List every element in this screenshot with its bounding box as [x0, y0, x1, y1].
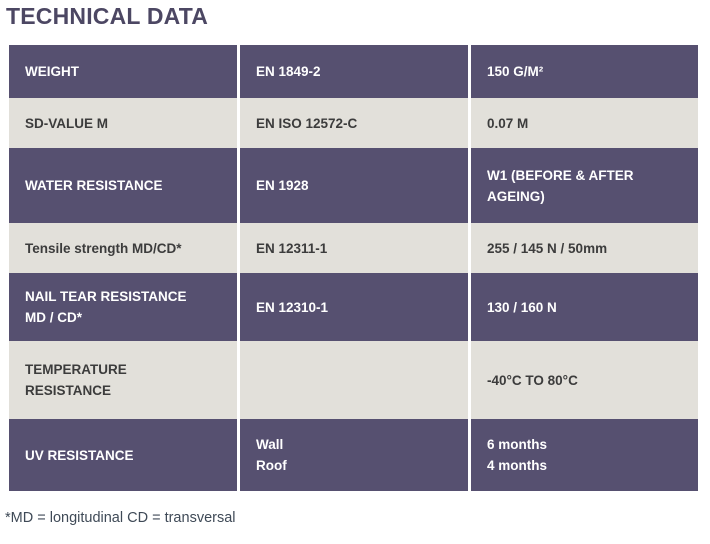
row-property: Tensile strength MD/CD* [9, 223, 237, 273]
row-property: WEIGHT [9, 45, 237, 98]
technical-data-table: WEIGHT EN 1849-2 150 G/M² SD-VALUE M EN … [6, 45, 701, 491]
table-row: SD-VALUE M EN ISO 12572-C 0.07 M [9, 98, 698, 148]
row-standard: EN 1849-2 [240, 45, 468, 98]
row-value-line-2: 4 months [487, 458, 548, 473]
row-value-line-1: 6 months [487, 437, 548, 452]
row-value-line-1: W1 (BEFORE & AFTER [487, 167, 634, 183]
footnote: *MD = longitudinal CD = transversal [5, 510, 236, 526]
row-value-line-2: AGEING) [487, 188, 545, 204]
row-value: 130 / 160 N [471, 273, 698, 341]
row-value: W1 (BEFORE & AFTER AGEING) [471, 148, 698, 223]
table-row: WEIGHT EN 1849-2 150 G/M² [9, 45, 698, 98]
row-standard: Wall Roof [240, 419, 468, 491]
row-property: SD-VALUE M [9, 98, 237, 148]
row-value: 0.07 M [471, 98, 698, 148]
row-standard: EN 12310-1 [240, 273, 468, 341]
row-value: 6 months 4 months [471, 419, 698, 491]
row-property-line-1: TEMPERATURE [25, 362, 127, 377]
row-standard: EN ISO 12572-C [240, 98, 468, 148]
row-standard-line-1: Wall [256, 437, 284, 452]
row-standard: EN 12311-1 [240, 223, 468, 273]
table-row: NAIL TEAR RESISTANCE MD / CD* EN 12310-1… [9, 273, 698, 341]
row-property: TEMPERATURE RESISTANCE [9, 341, 237, 419]
row-standard-line-2: Roof [256, 458, 287, 473]
table-row: UV RESISTANCE Wall Roof 6 months 4 month… [9, 419, 698, 491]
row-property: WATER RESISTANCE [9, 148, 237, 223]
row-value: 150 G/M² [471, 45, 698, 98]
row-value: -40°C TO 80°C [471, 341, 698, 419]
row-value: 255 / 145 N / 50mm [471, 223, 698, 273]
row-property-line-1: NAIL TEAR RESISTANCE [25, 289, 187, 304]
row-property-line-2: MD / CD* [25, 310, 82, 325]
row-property-line-2: RESISTANCE [25, 383, 112, 398]
table-row: WATER RESISTANCE EN 1928 W1 (BEFORE & AF… [9, 148, 698, 223]
row-property: UV RESISTANCE [9, 419, 237, 491]
row-standard [240, 341, 468, 419]
row-standard: EN 1928 [240, 148, 468, 223]
row-property: NAIL TEAR RESISTANCE MD / CD* [9, 273, 237, 341]
table-row: TEMPERATURE RESISTANCE -40°C TO 80°C [9, 341, 698, 419]
table-row: Tensile strength MD/CD* EN 12311-1 255 /… [9, 223, 698, 273]
technical-data-page: TECHNICAL DATA WEIGHT EN 1849-2 150 G/M²… [0, 0, 710, 544]
page-title: TECHNICAL DATA [6, 3, 209, 29]
